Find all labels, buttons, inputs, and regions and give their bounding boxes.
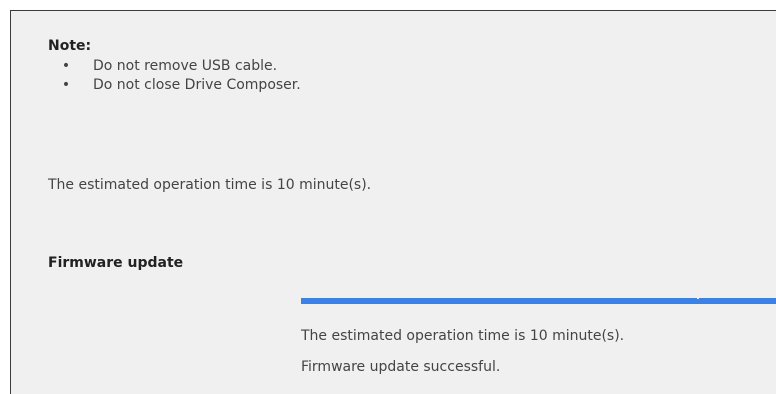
note-item-text: Do not remove USB cable. xyxy=(93,58,278,74)
note-list: • Do not remove USB cable. • Do not clos… xyxy=(61,57,301,95)
firmware-update-dialog: Note: • Do not remove USB cable. • Do no… xyxy=(10,10,776,394)
bullet-icon: • xyxy=(61,58,71,74)
note-item: • Do not remove USB cable. xyxy=(61,57,301,76)
bullet-icon: • xyxy=(61,77,71,93)
progress-bar xyxy=(301,298,776,304)
note-item-text: Do not close Drive Composer. xyxy=(93,77,301,93)
estimated-time-text: The estimated operation time is 10 minut… xyxy=(48,177,372,193)
note-heading: Note: xyxy=(48,38,92,54)
progress-bar-fill xyxy=(301,298,776,304)
status-estimated-time: The estimated operation time is 10 minut… xyxy=(301,328,625,344)
firmware-update-title: Firmware update xyxy=(48,255,184,271)
note-item: • Do not close Drive Composer. xyxy=(61,76,301,95)
progress-bar-segment-divider xyxy=(697,298,699,299)
status-update-result: Firmware update successful. xyxy=(301,359,501,375)
